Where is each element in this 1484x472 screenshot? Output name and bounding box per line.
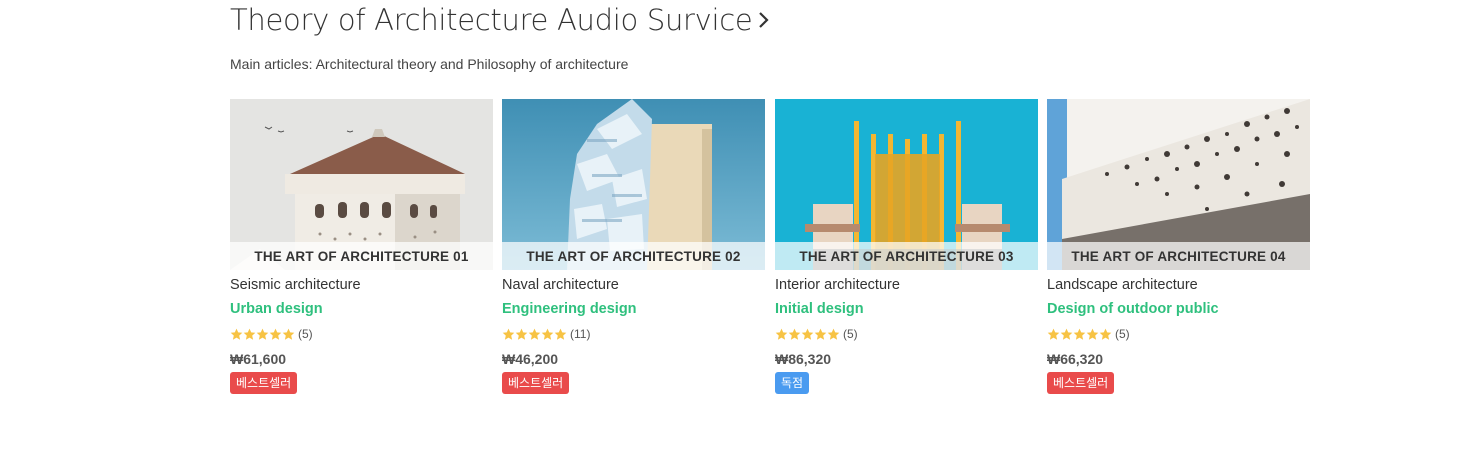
star-icon (775, 328, 788, 340)
product-name[interactable]: Interior architecture (775, 277, 1038, 295)
star-rating-icon (1047, 328, 1112, 341)
star-icon (269, 328, 282, 340)
thumbnail-caption: THE ART OF ARCHITECTURE 04 (1047, 242, 1310, 270)
audio-service-section: Theory of Architecture Audio Survice Mai… (230, 0, 1310, 394)
chevron-right-icon (758, 8, 772, 32)
star-icon (1099, 328, 1112, 340)
product-price: ₩46,200 (502, 351, 559, 367)
star-icon (788, 328, 801, 340)
product-price: ₩61,600 (230, 351, 287, 367)
bestseller-badge: 베스트셀러 (502, 372, 570, 394)
product-thumbnail[interactable]: THE ART OF ARCHITECTURE 03 (775, 99, 1038, 270)
product-category[interactable]: Engineering design (502, 301, 765, 319)
product-thumbnail[interactable]: THE ART OF ARCHITECTURE 02 (502, 99, 765, 270)
product-card[interactable]: THE ART OF ARCHITECTURE 02 Naval archite… (502, 99, 765, 394)
product-name[interactable]: Naval architecture (502, 277, 765, 295)
product-name[interactable]: Seismic architecture (230, 277, 493, 295)
star-rating-icon (775, 328, 840, 341)
star-icon (1086, 328, 1099, 340)
star-icon (282, 328, 295, 340)
star-icon (230, 328, 243, 340)
product-price: ₩66,320 (1047, 351, 1104, 367)
product-card[interactable]: THE ART OF ARCHITECTURE 01 Seismic archi… (230, 99, 493, 394)
product-card[interactable]: THE ART OF ARCHITECTURE 03 Interior arch… (775, 99, 1038, 394)
section-title: Theory of Architecture Audio Survice (230, 3, 753, 37)
star-icon (1047, 328, 1060, 340)
star-icon (814, 328, 827, 340)
review-count: (5) (1115, 327, 1130, 341)
star-icon (827, 328, 840, 340)
review-count: (5) (843, 327, 858, 341)
product-rating: (5) (775, 327, 1038, 341)
star-icon (256, 328, 269, 340)
review-count: (11) (570, 327, 591, 341)
review-count: (5) (298, 327, 313, 341)
section-title-link[interactable]: Theory of Architecture Audio Survice (230, 1, 1310, 39)
star-rating-icon (230, 328, 295, 341)
star-rating-icon (502, 328, 567, 341)
product-category[interactable]: Design of outdoor public (1047, 301, 1310, 319)
bestseller-badge: 베스트셀러 (230, 372, 298, 394)
star-icon (515, 328, 528, 340)
star-icon (1073, 328, 1086, 340)
section-subtitle: Main articles: Architectural theory and … (230, 56, 629, 72)
star-icon (801, 328, 814, 340)
star-icon (528, 328, 541, 340)
product-rating: (5) (1047, 327, 1310, 341)
product-list: THE ART OF ARCHITECTURE 01 Seismic archi… (230, 99, 1310, 399)
thumbnail-caption: THE ART OF ARCHITECTURE 02 (502, 242, 765, 270)
product-price: ₩86,320 (775, 351, 832, 367)
product-rating: (5) (230, 327, 493, 341)
star-icon (1060, 328, 1073, 340)
product-thumbnail[interactable]: THE ART OF ARCHITECTURE 01 (230, 99, 493, 270)
product-category[interactable]: Urban design (230, 301, 493, 319)
product-name[interactable]: Landscape architecture (1047, 277, 1310, 295)
product-rating: (11) (502, 327, 765, 341)
star-icon (554, 328, 567, 340)
thumbnail-caption: THE ART OF ARCHITECTURE 01 (230, 242, 493, 270)
exclusive-badge: 독점 (775, 372, 810, 394)
product-card[interactable]: THE ART OF ARCHITECTURE 04 Landscape arc… (1047, 99, 1310, 394)
bestseller-badge: 베스트셀러 (1047, 372, 1115, 394)
star-icon (541, 328, 554, 340)
star-icon (243, 328, 256, 340)
product-thumbnail[interactable]: THE ART OF ARCHITECTURE 04 (1047, 99, 1310, 270)
star-icon (502, 328, 515, 340)
product-category[interactable]: Initial design (775, 301, 1038, 319)
thumbnail-caption: THE ART OF ARCHITECTURE 03 (775, 242, 1038, 270)
